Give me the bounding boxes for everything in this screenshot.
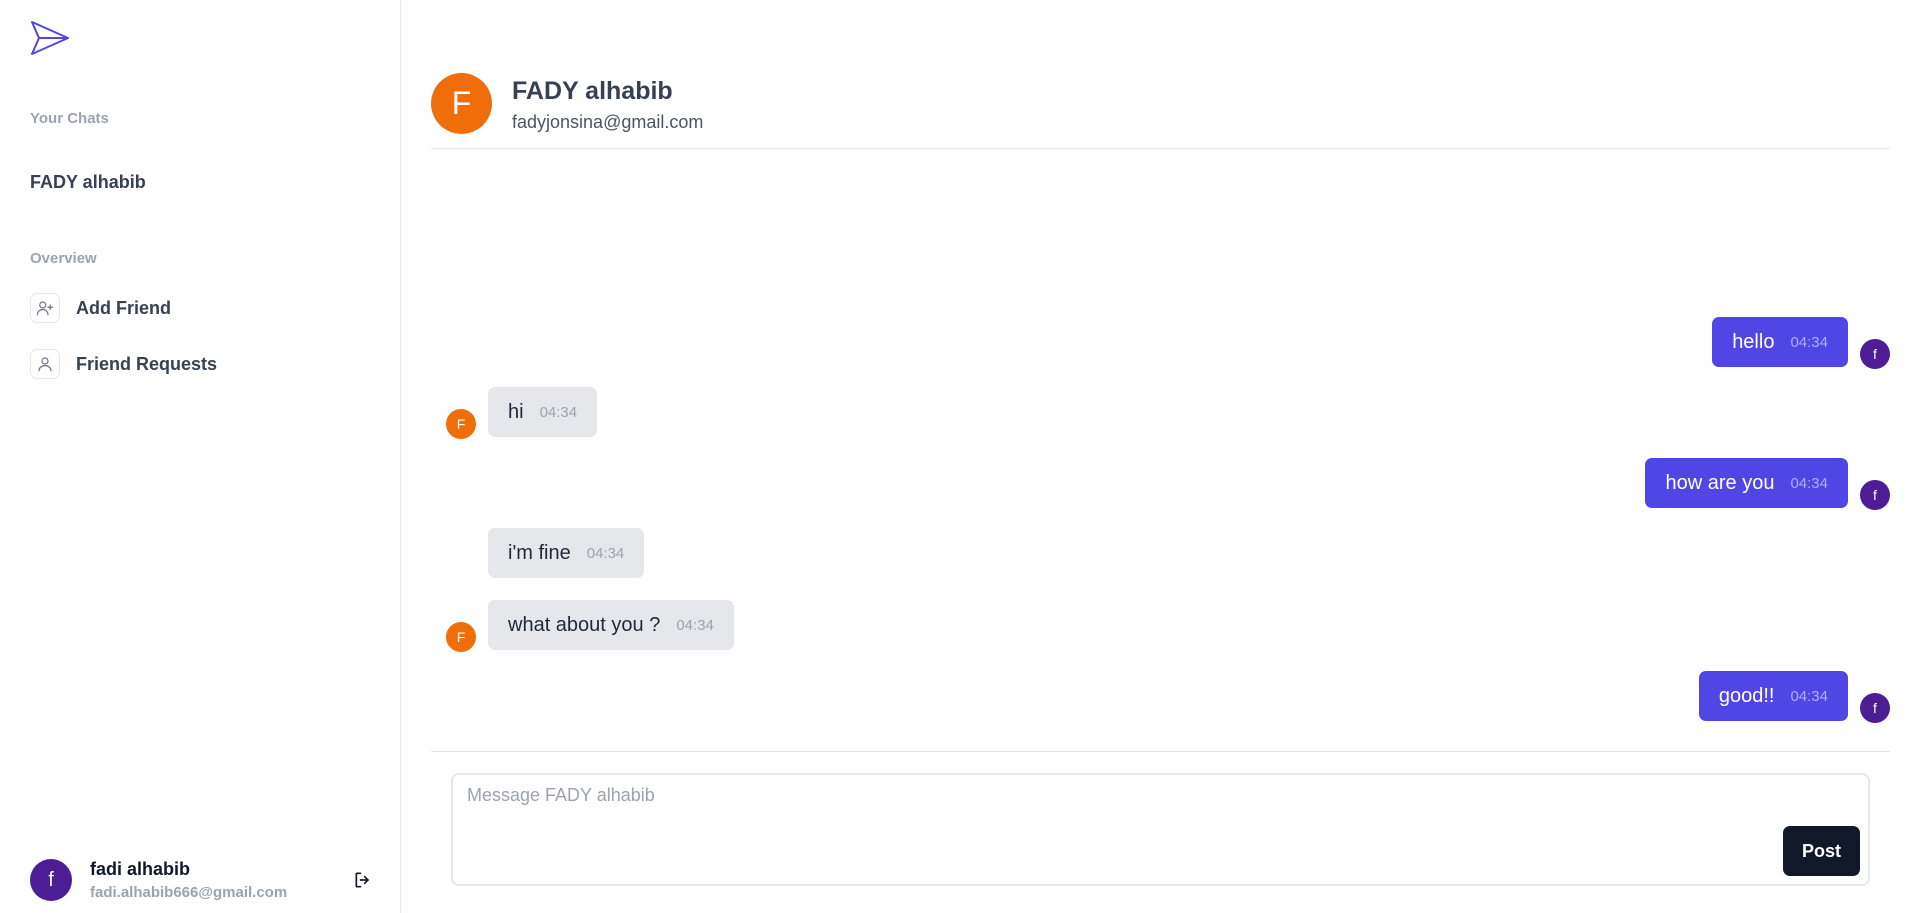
message-time: 04:34 (1790, 687, 1828, 705)
message-bubble: good!! 04:34 (1698, 671, 1848, 721)
user-icon (30, 349, 60, 379)
message-text: i'm fine (508, 541, 571, 564)
message-time: 04:34 (676, 616, 714, 634)
avatar: F (446, 622, 476, 652)
composer-area: Post (431, 751, 1890, 913)
profile-email: fadi.alhabib666@gmail.com (90, 884, 288, 901)
send-logo-icon[interactable] (30, 20, 70, 56)
message-input[interactable] (453, 775, 1868, 884)
your-chats-label: Your Chats (30, 110, 109, 127)
message-text: hi (508, 400, 524, 423)
message-bubble: hello 04:34 (1712, 317, 1848, 367)
current-user-profile: f fadi alhabib fadi.alhabib666@gmail.com (30, 855, 376, 905)
message-text: what about you ? (508, 613, 661, 636)
app: Your Chats FADY alhabib Overview Add Fri… (0, 0, 1920, 913)
message-row: i'm fine 04:34 (446, 528, 645, 578)
message-row: hello 04:34 f (1712, 317, 1890, 369)
add-friend-label: Add Friend (76, 297, 171, 318)
logout-button[interactable] (350, 867, 376, 893)
avatar: f (1860, 480, 1890, 510)
post-button[interactable]: Post (1782, 826, 1860, 876)
chat-partner-email: fadyjonsina@gmail.com (512, 112, 704, 132)
message-bubble: i'm fine 04:34 (488, 528, 645, 578)
profile-text: fadi alhabib fadi.alhabib666@gmail.com (90, 859, 287, 901)
chat-panel: F FADY alhabib fadyjonsina@gmail.com hel… (401, 0, 1920, 913)
message-time: 04:34 (586, 544, 625, 562)
avatar: F (446, 409, 476, 439)
message-time: 04:34 (1790, 474, 1828, 492)
friend-requests-label: Friend Requests (76, 353, 218, 374)
avatar-spacer (446, 548, 476, 578)
user-plus-icon (30, 293, 60, 323)
chat-item-fady-alhabib[interactable]: FADY alhabib (30, 172, 146, 193)
nav-friend-requests[interactable]: Friend Requests (30, 349, 217, 379)
avatar: f (1860, 339, 1890, 369)
profile-name: fadi alhabib (90, 859, 191, 879)
message-list[interactable]: hello 04:34 f F hi 04:34 how are you 04:… (401, 150, 1920, 750)
message-time: 04:34 (1790, 333, 1828, 351)
message-row: how are you 04:34 f (1645, 458, 1890, 510)
message-bubble: what about you ? 04:34 (488, 600, 734, 650)
message-bubble: hi 04:34 (488, 387, 598, 437)
message-text: hello (1732, 330, 1775, 353)
message-text: how are you (1665, 471, 1775, 494)
chat-header-text: FADY alhabib fadyjonsina@gmail.com (512, 77, 703, 133)
message-time: 04:34 (539, 403, 578, 421)
nav-add-friend[interactable]: Add Friend (30, 293, 171, 323)
composer: Post (451, 773, 1870, 886)
overview-label: Overview (30, 250, 97, 267)
message-row: good!! 04:34 f (1698, 671, 1890, 723)
sidebar: Your Chats FADY alhabib Overview Add Fri… (0, 0, 401, 913)
avatar: f (30, 859, 72, 901)
message-text: good!! (1718, 684, 1775, 707)
message-row: F hi 04:34 (446, 387, 598, 439)
chat-header: F FADY alhabib fadyjonsina@gmail.com (431, 73, 1890, 149)
chat-partner-name: FADY alhabib (512, 77, 673, 105)
message-bubble: how are you 04:34 (1645, 458, 1848, 508)
avatar: f (1860, 693, 1890, 723)
avatar: F (431, 73, 492, 134)
logout-icon (355, 872, 369, 888)
message-row: F what about you ? 04:34 (446, 600, 734, 652)
